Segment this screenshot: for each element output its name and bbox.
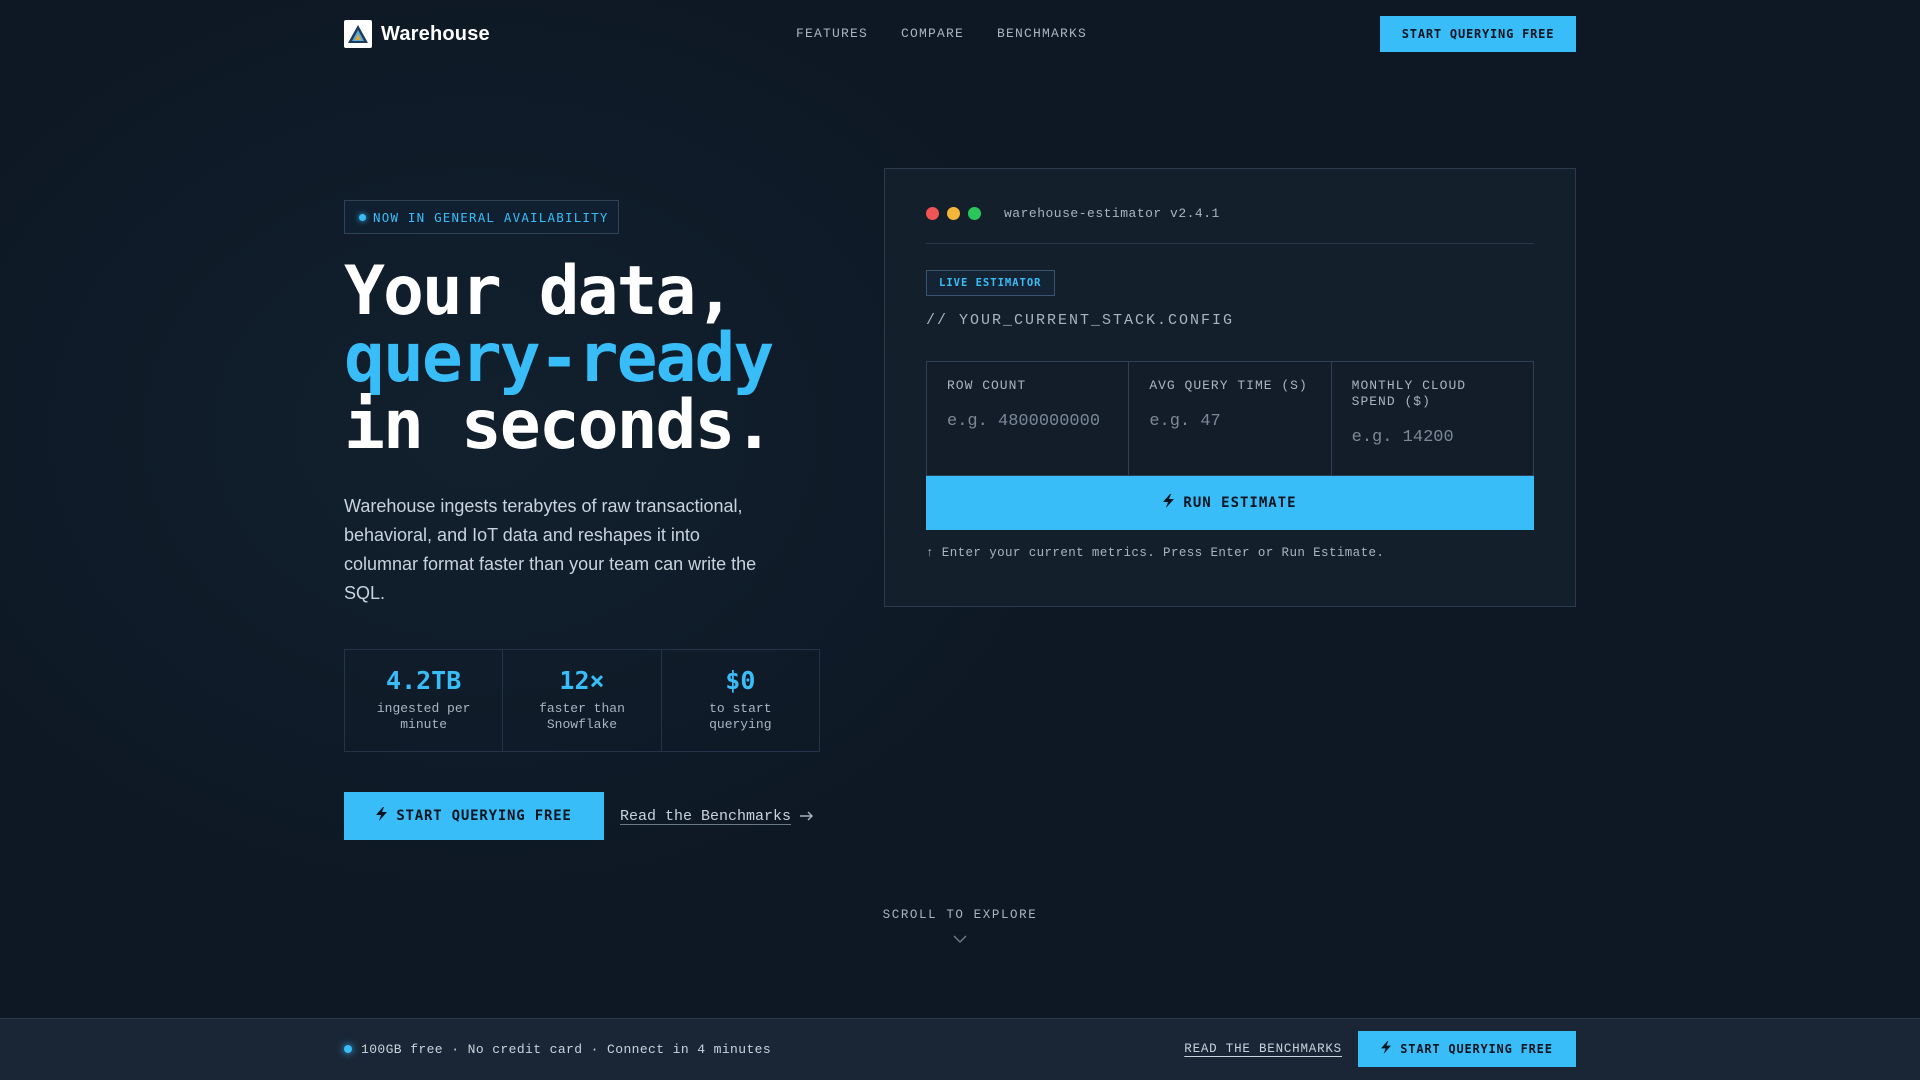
headline-line-3: in seconds. xyxy=(344,386,774,465)
read-benchmarks-link[interactable]: Read the Benchmarks xyxy=(620,808,814,825)
bolt-icon xyxy=(376,807,388,825)
estimator-titlebar: warehouse-estimator v2.4.1 xyxy=(926,169,1534,244)
estimator-fields: ROW COUNT AVG QUERY TIME (S) MONTHLY CLO… xyxy=(926,361,1534,476)
stat-speed: 12× faster than Snowflake xyxy=(503,650,662,751)
headline-line-1: Your data, xyxy=(344,252,735,331)
brand[interactable]: Warehouse xyxy=(344,20,490,48)
hero-cta-row: START QUERYING FREE Read the Benchmarks xyxy=(344,792,814,840)
row-count-input[interactable] xyxy=(947,412,1109,431)
headline-line-2: query-ready xyxy=(344,319,774,398)
stat-value: 12× xyxy=(559,666,605,695)
nav-features[interactable]: FEATURES xyxy=(796,26,868,41)
bottom-start-querying-button[interactable]: START QUERYING FREE xyxy=(1358,1031,1576,1067)
nav-compare[interactable]: COMPARE xyxy=(901,26,964,41)
nav-benchmarks[interactable]: BENCHMARKS xyxy=(997,26,1087,41)
bottom-bar-text: 100GB free · No credit card · Connect in… xyxy=(361,1041,772,1057)
stat-price: $0 to start querying xyxy=(662,650,819,751)
monthly-spend-input[interactable] xyxy=(1351,428,1513,447)
header-start-querying-button[interactable]: START QUERYING FREE xyxy=(1380,16,1576,52)
availability-badge: NOW IN GENERAL AVAILABILITY xyxy=(344,200,619,234)
chevron-down-icon xyxy=(953,930,967,948)
stat-label: faster than Snowflake xyxy=(539,701,625,732)
main-nav: FEATURES COMPARE BENCHMARKS xyxy=(796,26,1087,41)
warehouse-logo-icon xyxy=(344,20,372,48)
window-minimize-dot-icon xyxy=(947,206,960,220)
bottom-bar-actions: READ THE BENCHMARKS START QUERYING FREE xyxy=(1184,1031,1576,1067)
stat-value: $0 xyxy=(725,666,756,695)
bolt-icon xyxy=(1163,494,1175,512)
run-estimate-label: RUN ESTIMATE xyxy=(1183,495,1297,511)
availability-badge-text: NOW IN GENERAL AVAILABILITY xyxy=(373,209,609,225)
window-maximize-dot-icon xyxy=(968,206,981,220)
estimator-window-title: warehouse-estimator v2.4.1 xyxy=(1004,205,1220,221)
stat-value: 4.2TB xyxy=(386,666,462,695)
bolt-icon xyxy=(1381,1041,1392,1057)
read-benchmarks-link-text[interactable]: Read the Benchmarks xyxy=(620,808,791,825)
scroll-label: SCROLL TO EXPLORE xyxy=(882,908,1038,922)
monthly-spend-field: MONTHLY CLOUD SPEND ($) xyxy=(1332,362,1533,475)
window-close-dot-icon xyxy=(926,206,939,220)
hero-start-querying-button[interactable]: START QUERYING FREE xyxy=(344,792,604,840)
bottom-bar-inner: 100GB free · No credit card · Connect in… xyxy=(344,1019,1576,1079)
hero-headline: Your data, query-ready in seconds. xyxy=(344,252,774,465)
stats-strip: 4.2TB ingested per minute 12× faster tha… xyxy=(344,649,820,752)
row-count-label: ROW COUNT xyxy=(947,378,1027,393)
bottom-read-benchmarks-link[interactable]: READ THE BENCHMARKS xyxy=(1184,1042,1342,1056)
bottom-start-querying-label: START QUERYING FREE xyxy=(1400,1042,1553,1056)
scroll-indicator[interactable]: SCROLL TO EXPLORE xyxy=(0,908,1920,948)
avg-query-time-input[interactable] xyxy=(1149,412,1311,431)
config-comment: // YOUR_CURRENT_STACK.CONFIG xyxy=(926,312,1235,329)
status-dot-icon xyxy=(344,1045,352,1053)
hero-description: Warehouse ingests terabytes of raw trans… xyxy=(344,496,757,603)
brand-name: Warehouse xyxy=(381,22,490,45)
avg-query-time-label: AVG QUERY TIME (S) xyxy=(1149,378,1308,393)
site-header: Warehouse FEATURES COMPARE BENCHMARKS ST… xyxy=(344,16,1576,52)
estimator-hint: ↑ Enter your current metrics. Press Ente… xyxy=(926,546,1385,560)
sticky-bottom-bar: 100GB free · No credit card · Connect in… xyxy=(0,1018,1920,1080)
stat-ingest: 4.2TB ingested per minute xyxy=(345,650,504,751)
stat-label: to start querying xyxy=(709,701,772,732)
monthly-spend-label: MONTHLY CLOUD SPEND ($) xyxy=(1351,378,1467,409)
estimator-panel: warehouse-estimator v2.4.1 LIVE ESTIMATO… xyxy=(884,168,1576,607)
avg-query-time-field: AVG QUERY TIME (S) xyxy=(1129,362,1332,475)
row-count-field: ROW COUNT xyxy=(927,362,1130,475)
arrow-right-icon xyxy=(800,808,814,825)
bottom-bar-info: 100GB free · No credit card · Connect in… xyxy=(344,1042,771,1057)
stat-label: ingested per minute xyxy=(376,701,471,732)
status-dot-icon xyxy=(359,213,366,221)
hero-start-querying-label: START QUERYING FREE xyxy=(396,808,572,824)
live-estimator-badge: LIVE ESTIMATOR xyxy=(926,270,1055,296)
run-estimate-button[interactable]: RUN ESTIMATE xyxy=(926,476,1534,530)
